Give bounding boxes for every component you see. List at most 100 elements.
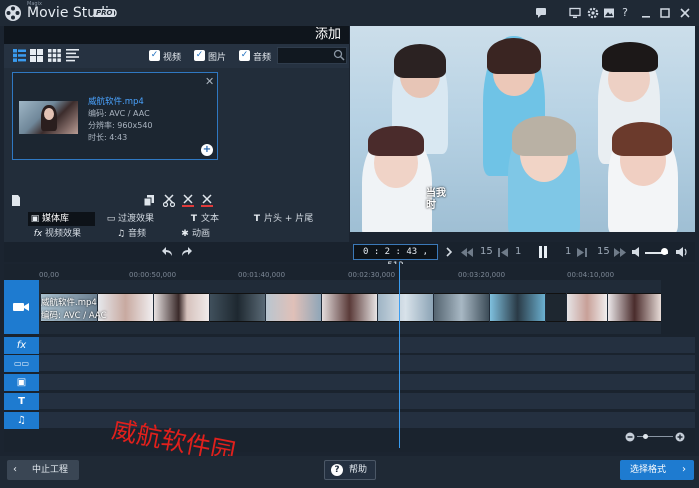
ruler-label: 00:00:50,000 [129,271,177,279]
text-icon: T [190,214,198,224]
media-thumbnail [19,101,78,134]
media-icon: ▣ [30,214,40,224]
video-track-header[interactable] [4,280,39,334]
clip-frame[interactable] [378,293,433,322]
ruler-label: 00:04:10,000 [567,271,615,279]
gear-icon[interactable] [587,7,599,19]
camera-icon [13,303,29,311]
cancel-project-button[interactable]: ‹ 中止工程 [7,460,79,480]
image-filter-checkbox[interactable]: ✓ [194,50,205,61]
undo-icon[interactable] [161,246,174,258]
list-view-icon[interactable] [13,49,26,62]
chevron-left-icon: ‹ [13,464,17,475]
playback-bar [4,242,695,262]
new-file-icon[interactable] [10,194,22,207]
help-button[interactable]: ? 帮助 [324,460,376,480]
forward-15-icon[interactable] [614,248,626,257]
tab-transitions[interactable]: ▭ 过渡效果 [104,212,154,226]
grid-large-icon[interactable] [30,49,43,62]
text-icon[interactable]: T [4,393,39,410]
cut-start-icon[interactable] [182,194,194,207]
clip-frame[interactable] [608,293,661,322]
tab-audio[interactable]: ♫ 音频 [114,227,146,241]
tab-media-library[interactable]: ▣ 媒体库 [28,212,95,226]
ruler-label: 00:02:30,000 [348,271,396,279]
minimize-icon[interactable] [640,7,652,19]
panel-title: 添加 [314,27,341,42]
audio-filter-label: 音频 [253,53,272,63]
app-logo-icon [5,5,21,21]
help-icon[interactable]: ? [619,7,631,19]
play-forward-icon[interactable] [444,247,454,257]
cut-end-icon[interactable] [201,194,213,207]
zoom-out-icon[interactable] [625,432,635,442]
media-item-codec: 编码: AVC / AAC [88,109,150,118]
timecode-display[interactable]: 0 : 2 : 43 , 512 [353,244,438,271]
remove-item-icon[interactable]: ✕ [205,75,214,88]
clip-frame[interactable] [210,293,265,322]
ruler-label: 00,00 [39,271,60,279]
clip-frame[interactable] [322,293,377,322]
tab-titles[interactable]: T 片头 + 片尾 [250,212,313,226]
step-forward-icon[interactable] [577,248,587,257]
step-back-label: 1 [515,246,522,257]
rewind-15-icon[interactable] [461,248,473,257]
details-view-icon[interactable] [66,49,79,62]
transition-icon: ▭ [106,214,116,224]
volume-high-icon[interactable] [676,247,688,257]
clip-name: 威航软件.mp4 [41,298,97,308]
media-item-name: 威航软件.mp4 [88,97,144,107]
step-forward-label: 1 [565,246,572,257]
video-filter-label: 视频 [163,53,182,63]
clip-frame[interactable] [546,293,566,322]
timeline-zoom[interactable] [623,431,695,445]
volume-slider-handle[interactable] [661,248,668,255]
maximize-icon[interactable] [659,7,671,19]
select-format-button[interactable]: 选择格式 › [620,460,694,480]
clip-frame[interactable] [154,293,209,322]
rewind-15-label: 15 [480,246,493,257]
redo-icon[interactable] [180,246,193,258]
music-icon: ♫ [116,229,126,239]
tab-text[interactable]: T 文本 [187,212,219,226]
transition-icon[interactable]: ▭▭ [4,355,39,372]
music-icon[interactable]: ♫ [4,412,39,429]
clip-frame[interactable] [266,293,321,322]
image-filter-label: 图片 [208,53,227,63]
volume-low-icon[interactable] [632,247,642,257]
pause-icon[interactable] [538,246,548,258]
image-icon[interactable] [603,7,615,19]
video-filter-checkbox[interactable]: ✓ [149,50,160,61]
add-to-timeline-icon[interactable]: + [201,144,213,156]
copy-icon[interactable] [143,194,155,207]
zoom-slider-handle[interactable] [643,434,648,439]
playhead[interactable] [399,262,400,448]
forward-15-label: 15 [597,246,610,257]
media-item-duration: 时长: 4:43 [88,133,128,142]
image-icon[interactable]: ▣ [4,374,39,391]
search-icon[interactable] [333,49,345,61]
monitor-icon[interactable] [569,7,581,19]
audio-filter-checkbox[interactable]: ✓ [239,50,250,61]
step-back-icon[interactable] [498,248,508,257]
fx-track[interactable] [39,337,695,354]
tab-animation[interactable]: ✱ 动画 [178,227,210,241]
text-track[interactable] [39,393,695,410]
fx-icon[interactable]: fx [4,337,39,354]
pro-badge: PRO [94,9,115,17]
cut-icon[interactable] [163,194,175,207]
title-icon: T [253,214,261,224]
video-preview[interactable]: 当我 时 [350,26,695,232]
chat-icon[interactable] [535,7,547,19]
clip-frame[interactable] [434,293,489,322]
tab-video-effects[interactable]: fx 视频效果 [31,227,81,241]
clip-codec: 编码: AVC / AAC [41,311,107,321]
clip-frame[interactable] [567,293,607,322]
transition-track[interactable] [39,355,695,372]
image-track[interactable] [39,374,695,391]
zoom-in-icon[interactable] [675,432,685,442]
grid-small-icon[interactable] [48,49,61,62]
video-subtitle-2: 时 [426,200,436,211]
close-icon[interactable] [679,7,691,19]
clip-frame[interactable] [490,293,545,322]
